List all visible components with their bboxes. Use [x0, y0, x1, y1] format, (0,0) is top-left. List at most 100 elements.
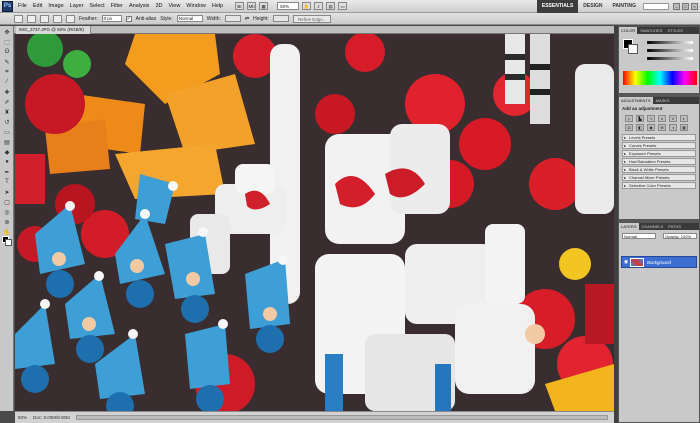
- preset-curves[interactable]: Curves Presets: [622, 142, 696, 149]
- intersect-selection-icon[interactable]: [66, 14, 75, 23]
- eraser-tool-icon[interactable]: ▭: [2, 128, 12, 136]
- menu-select[interactable]: Select: [89, 3, 104, 9]
- menu-image[interactable]: Image: [48, 3, 63, 9]
- screen-mode-icon[interactable]: ▭: [338, 2, 348, 10]
- tab-color[interactable]: COLOR: [619, 27, 638, 34]
- tab-swatches[interactable]: SWATCHES: [638, 27, 664, 34]
- zoom-level-field[interactable]: 50%: [277, 2, 300, 10]
- blend-mode-select[interactable]: Normal: [622, 233, 656, 239]
- color-slider-g[interactable]: [647, 49, 693, 52]
- exposure-icon[interactable]: ±: [658, 115, 666, 122]
- workspace-essentials[interactable]: ESSENTIALS: [536, 0, 579, 13]
- move-tool-icon[interactable]: ✥: [2, 28, 12, 36]
- style-select[interactable]: Normal: [176, 15, 203, 22]
- menu-edit[interactable]: Edit: [33, 3, 42, 9]
- menu-layer[interactable]: Layer: [70, 3, 84, 9]
- close-icon[interactable]: ×: [691, 3, 698, 10]
- tool-preset-picker[interactable]: [14, 14, 23, 23]
- status-zoom[interactable]: 50%: [18, 415, 27, 420]
- document-canvas[interactable]: [15, 34, 614, 411]
- 3d-rotate-tool-icon[interactable]: ◎: [2, 208, 12, 216]
- tab-channels[interactable]: CHANNELS: [640, 223, 666, 230]
- hue-saturation-icon[interactable]: ◐: [680, 115, 688, 122]
- healing-brush-tool-icon[interactable]: ✚: [2, 88, 12, 96]
- quick-select-tool-icon[interactable]: ✎: [2, 58, 12, 66]
- marquee-tool-icon[interactable]: ⬚: [2, 38, 12, 46]
- menu-file[interactable]: File: [18, 3, 27, 9]
- shape-tool-icon[interactable]: ▢: [2, 198, 12, 206]
- tab-masks[interactable]: MASKS: [654, 97, 672, 104]
- antialias-checkbox[interactable]: ✓: [125, 15, 132, 22]
- preset-selective-color[interactable]: Selective Color Presets: [622, 182, 696, 189]
- visibility-eye-icon[interactable]: ◉: [622, 259, 630, 265]
- vibrance-icon[interactable]: V: [669, 115, 677, 122]
- brush-tool-icon[interactable]: ✐: [2, 98, 12, 106]
- background-color-swatch[interactable]: [5, 239, 12, 246]
- menu-view[interactable]: View: [168, 3, 180, 9]
- color-slider-b[interactable]: [647, 57, 693, 60]
- menu-window[interactable]: Window: [186, 3, 206, 9]
- menu-analysis[interactable]: Analysis: [129, 3, 149, 9]
- tab-layers[interactable]: LAYERS: [619, 223, 639, 230]
- swap-icon[interactable]: ⇄: [245, 16, 249, 22]
- photo-filter-icon[interactable]: ◉: [647, 124, 655, 131]
- height-input[interactable]: [272, 15, 289, 22]
- lasso-tool-icon[interactable]: ʘ: [2, 48, 12, 56]
- pen-tool-icon[interactable]: ✒: [2, 168, 12, 176]
- layer-row-background[interactable]: ◉ Background: [621, 256, 697, 268]
- bridge-icon[interactable]: Br: [235, 2, 245, 10]
- preset-black-white[interactable]: Black & White Presets: [622, 166, 696, 173]
- tab-paths[interactable]: PATHS: [666, 223, 683, 230]
- add-selection-icon[interactable]: [40, 14, 49, 23]
- hand-tool-icon[interactable]: ✋: [302, 2, 312, 10]
- cs-live-search[interactable]: [643, 3, 669, 10]
- subtract-selection-icon[interactable]: [53, 14, 62, 23]
- menu-filter[interactable]: Filter: [111, 3, 123, 9]
- menu-3d[interactable]: 3D: [155, 3, 162, 9]
- color-background-swatch[interactable]: [628, 44, 638, 54]
- preset-exposure[interactable]: Exposure Presets: [622, 150, 696, 157]
- zoom-tool-icon[interactable]: ⌕: [314, 2, 324, 10]
- arrange-documents-icon[interactable]: ▤: [326, 2, 336, 10]
- feather-input[interactable]: 0 px: [101, 15, 122, 22]
- preset-channel-mixer[interactable]: Channel Mixer Presets: [622, 174, 696, 181]
- clone-stamp-tool-icon[interactable]: ♜: [2, 108, 12, 116]
- color-slider-r[interactable]: [647, 41, 693, 44]
- type-tool-icon[interactable]: T: [2, 178, 12, 186]
- new-selection-icon[interactable]: [27, 14, 36, 23]
- width-input[interactable]: [224, 15, 241, 22]
- workspace-painting[interactable]: PAINTING: [607, 0, 641, 13]
- crop-tool-icon[interactable]: ⌗: [2, 68, 12, 76]
- path-selection-tool-icon[interactable]: ➤: [2, 188, 12, 196]
- gradient-tool-icon[interactable]: ▤: [2, 138, 12, 146]
- color-ramp[interactable]: [623, 71, 697, 85]
- brightness-contrast-icon[interactable]: ☼: [625, 115, 633, 122]
- minimize-icon[interactable]: –: [673, 3, 680, 10]
- channel-mixer-icon[interactable]: ⊕: [658, 124, 666, 131]
- posterize-icon[interactable]: ▦: [680, 124, 688, 131]
- mini-bridge-icon[interactable]: Mb: [247, 2, 257, 10]
- view-extras-icon[interactable]: ▦: [259, 2, 269, 10]
- document-tab[interactable]: IMG_3737.JPG @ 50% (RGB/8): [16, 26, 91, 34]
- opacity-field[interactable]: Opacity: 100%: [663, 233, 697, 239]
- curves-icon[interactable]: ∿: [647, 115, 655, 122]
- color-balance-icon[interactable]: ⚖: [625, 124, 633, 131]
- blur-tool-icon[interactable]: ◆: [2, 148, 12, 156]
- black-white-icon[interactable]: ◧: [636, 124, 644, 131]
- tab-adjustments[interactable]: ADJUSTMENTS: [619, 97, 653, 104]
- horizontal-scrollbar[interactable]: [75, 415, 608, 420]
- tab-styles[interactable]: STYLES: [665, 27, 684, 34]
- menu-help[interactable]: Help: [212, 3, 223, 9]
- eyedropper-tool-icon[interactable]: ⁄: [2, 78, 12, 86]
- maximize-icon[interactable]: □: [682, 3, 689, 10]
- dodge-tool-icon[interactable]: ●: [2, 158, 12, 166]
- workspace-design[interactable]: DESIGN: [578, 0, 607, 13]
- hand-tool-icon[interactable]: ✋: [2, 228, 12, 236]
- preset-levels[interactable]: Levels Presets: [622, 134, 696, 141]
- history-brush-tool-icon[interactable]: ↺: [2, 118, 12, 126]
- preset-hue-saturation[interactable]: Hue/Saturation Presets: [622, 158, 696, 165]
- levels-icon[interactable]: ▙: [636, 115, 644, 122]
- invert-icon[interactable]: ◑: [669, 124, 677, 131]
- refine-edge-button[interactable]: Refine Edge...: [292, 14, 332, 23]
- 3d-orbit-tool-icon[interactable]: ⊛: [2, 218, 12, 226]
